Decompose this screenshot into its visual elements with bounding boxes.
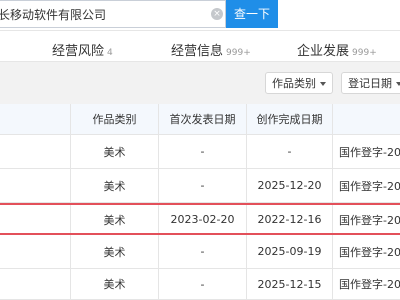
cell-complete-date: 2022-12-16 bbox=[246, 205, 332, 235]
search-bar: 长移动软件有限公司 × 查一下 bbox=[0, 0, 400, 30]
cell-publish-date: - bbox=[158, 235, 246, 269]
table-row[interactable]: 美术 - 2025-12-15 国作登字-202 bbox=[0, 269, 400, 300]
cell-blank bbox=[0, 135, 70, 169]
table-header-row: 作品类别 首次发表日期 创作完成日期 bbox=[0, 104, 400, 135]
cell-complete-date: 2025-09-19 bbox=[246, 235, 332, 269]
cell-category: 美术 bbox=[70, 269, 158, 300]
cell-complete-date: 2025-12-20 bbox=[246, 169, 332, 203]
cell-category: 美术 bbox=[70, 235, 158, 269]
tab-business-info[interactable]: 经营信息 999+ bbox=[171, 40, 251, 59]
date-filter-dropdown[interactable]: 登记日期 bbox=[341, 72, 400, 94]
tab-count: 999+ bbox=[226, 48, 251, 58]
cell-blank bbox=[0, 269, 70, 300]
date-filter-label: 登记日期 bbox=[348, 77, 392, 90]
cell-category: 美术 bbox=[70, 169, 158, 203]
search-button[interactable]: 查一下 bbox=[226, 0, 278, 28]
caret-down-icon bbox=[320, 82, 326, 86]
cell-publish-date: - bbox=[158, 169, 246, 203]
tab-count: 999+ bbox=[352, 48, 377, 58]
cell-publish-date: 2023-02-20 bbox=[158, 205, 246, 235]
tab-count: 4 bbox=[107, 48, 113, 58]
table-row[interactable]: 美术 - 2025-09-19 国作登字-202 bbox=[0, 235, 400, 269]
cell-publish-date: - bbox=[158, 269, 246, 300]
category-filter-label: 作品类别 bbox=[272, 77, 316, 90]
cell-blank bbox=[0, 205, 70, 235]
tab-enterprise-development[interactable]: 企业发展 999+ bbox=[297, 40, 377, 59]
tab-label: 经营风险 bbox=[52, 44, 105, 59]
cell-blank bbox=[0, 169, 70, 203]
table-row[interactable]: 美术 - - 国作登字-202 bbox=[0, 135, 400, 169]
clear-icon[interactable]: × bbox=[211, 8, 223, 20]
tab-bar: 经营风险 4 经营信息 999+ 企业发展 999+ bbox=[0, 30, 400, 62]
header-cell-category: 作品类别 bbox=[70, 104, 158, 135]
table-row[interactable]: 美术 - 2025-12-20 国作登字-202 bbox=[0, 169, 400, 203]
tab-label: 企业发展 bbox=[297, 44, 350, 59]
header-cell-complete-date: 创作完成日期 bbox=[246, 104, 332, 135]
caret-down-icon bbox=[396, 82, 400, 86]
header-cell-blank bbox=[0, 104, 70, 135]
search-input[interactable]: 长移动软件有限公司 × bbox=[0, 0, 226, 28]
category-filter-dropdown[interactable]: 作品类别 bbox=[265, 72, 333, 94]
cell-registration-number: 国作登字-202 bbox=[332, 135, 400, 169]
cell-blank bbox=[0, 235, 70, 269]
cell-registration-number: 国作登字-202 bbox=[332, 235, 400, 269]
tab-label: 经营信息 bbox=[171, 44, 224, 59]
filter-bar: 作品类别 登记日期 bbox=[0, 62, 400, 104]
cell-complete-date: 2025-12-15 bbox=[246, 269, 332, 300]
header-cell-publish-date: 首次发表日期 bbox=[158, 104, 246, 135]
header-cell-registration bbox=[332, 104, 400, 135]
tab-business-risk[interactable]: 经营风险 4 bbox=[52, 40, 113, 59]
table-row-highlighted[interactable]: 美术 2023-02-20 2022-12-16 国作登字-202 bbox=[0, 205, 400, 235]
cell-category: 美术 bbox=[70, 135, 158, 169]
search-input-value: 长移动软件有限公司 bbox=[0, 8, 107, 22]
cell-complete-date: - bbox=[246, 135, 332, 169]
cell-category: 美术 bbox=[70, 205, 158, 235]
cell-registration-number: 国作登字-202 bbox=[332, 269, 400, 300]
cell-registration-number: 国作登字-202 bbox=[332, 169, 400, 203]
cell-publish-date: - bbox=[158, 135, 246, 169]
cell-registration-number: 国作登字-202 bbox=[332, 205, 400, 235]
